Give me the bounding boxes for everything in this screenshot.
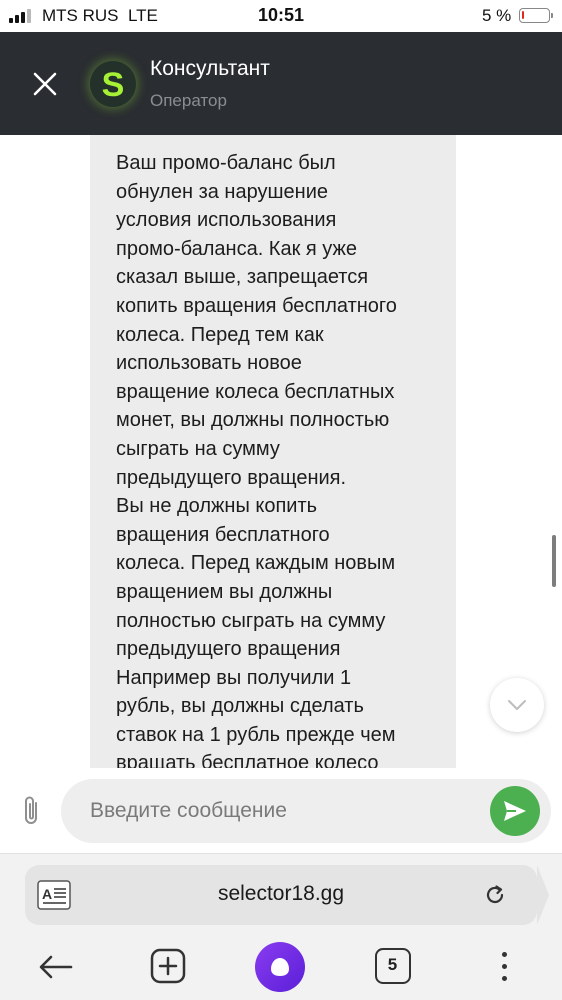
scrollbar[interactable] [552,535,556,587]
message-input[interactable] [61,779,551,843]
voice-assistant-button[interactable] [255,942,305,992]
chat-header: S Консультант Оператор [0,32,562,135]
browser-toolbar: A selector18.gg 5 [0,853,562,1000]
close-button[interactable] [28,67,62,101]
chevron-down-icon [508,700,526,710]
attach-button[interactable] [18,794,46,828]
avatar-letter: S [101,66,125,104]
back-button[interactable] [37,953,75,981]
address-bar[interactable]: A selector18.gg [25,865,549,925]
more-vertical-icon [502,952,507,957]
menu-dot [502,976,507,981]
url-text: selector18.gg [217,882,345,905]
send-button[interactable] [490,786,540,836]
reload-icon [486,885,504,904]
tabs-button[interactable]: 5 [375,948,411,984]
new-tab-button[interactable] [150,948,186,984]
message-text: Ваш промо-баланс был обнулен за нарушени… [116,152,397,768]
reload-button[interactable] [482,882,508,908]
avatar: S [90,61,136,107]
battery-icon [519,8,553,23]
battery-level [522,11,524,19]
message-list[interactable]: Ваш промо-баланс был обнулен за нарушени… [0,135,562,768]
message-composer [0,768,562,853]
paperclip-icon [25,796,37,824]
plus-square-icon [150,948,186,984]
browser-nav-row: 5 [0,942,562,992]
scroll-down-button[interactable] [490,678,544,732]
alice-assistant-icon [271,958,289,976]
send-icon [504,801,526,821]
tabs-count: 5 [387,955,398,974]
arrow-left-icon [39,955,73,979]
message-bubble: Ваш промо-баланс был обнулен за нарушени… [90,135,456,768]
status-time: 10:51 [257,5,305,25]
status-bar: MTS RUS LTE 10:51 5 % [0,0,562,32]
close-icon [33,72,57,96]
chat-subtitle: Оператор [150,91,227,110]
menu-button[interactable] [500,950,510,984]
chat-title: Консультант [150,57,270,80]
battery-percent: 5 % [482,6,512,25]
menu-dot [502,964,507,969]
